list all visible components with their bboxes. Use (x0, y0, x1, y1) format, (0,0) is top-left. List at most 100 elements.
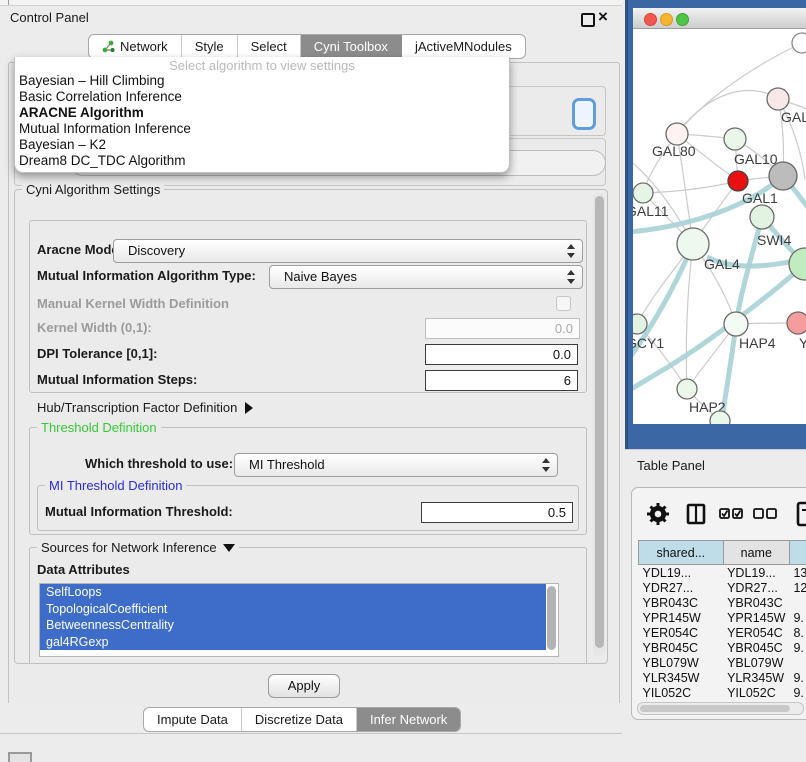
attribute-item-selfloops[interactable]: SelfLoops (40, 584, 546, 601)
table-panel: shared...name YDL19...YDL19...13YDR27...… (631, 487, 806, 720)
which-threshold-combobox[interactable]: MI Threshold (234, 453, 558, 477)
tab-style[interactable]: Style (182, 35, 238, 58)
mi-type-combobox[interactable]: Naive Bayes (269, 265, 583, 289)
table-cell: YLR345W (723, 670, 789, 685)
table-row[interactable]: YBR045CYBR045C9. (639, 640, 806, 655)
column-header-extra[interactable] (789, 541, 806, 565)
algorithm-option-dream8-dc-tdc-algorithm[interactable]: Dream8 DC_TDC Algorithm (15, 153, 509, 169)
sources-legend[interactable]: Sources for Network Inference (37, 540, 239, 555)
manual-kernel-checkbox[interactable] (556, 296, 571, 311)
table-row[interactable]: YBR043CYBR043C (639, 595, 806, 610)
tab-label: Select (251, 39, 287, 54)
tab-label: Impute Data (157, 712, 228, 727)
settings-scrollbar[interactable] (593, 193, 605, 657)
table-cell: YLR345W (639, 670, 724, 685)
table-cell: YBR045C (639, 640, 724, 655)
node-label: GAL1 (742, 190, 778, 206)
table-cell: YIL052C (639, 685, 724, 700)
table-row[interactable]: YDR27...YDR27...12 (639, 580, 806, 595)
table-row[interactable]: YIL052CYIL052C9. (639, 685, 806, 700)
dpi-tolerance-label: DPI Tolerance [0,1]: (37, 346, 157, 361)
attributes-scrollbar[interactable] (547, 586, 556, 650)
node-label: HAP4 (739, 335, 776, 351)
table-hscrollbar[interactable] (637, 702, 804, 715)
network-window-titlebar[interactable] (633, 8, 806, 29)
table-panel-title: Table Panel (637, 458, 705, 473)
unchecked-boxes-icon[interactable] (754, 509, 776, 518)
node-label: GAL11 (633, 203, 669, 219)
table-row[interactable]: YER054CYER054C8. (639, 625, 806, 640)
table-row[interactable]: YBL079WYBL079W (639, 655, 806, 670)
table-cell: 9. (789, 610, 806, 625)
attribute-item-topologicalcoefficient[interactable]: TopologicalCoefficient (40, 601, 546, 618)
mi-steps-field[interactable]: 6 (425, 370, 578, 391)
cyni-algorithm-settings-group: Aracne Mode: Discovery Mutual Informatio… (14, 189, 608, 664)
network-node-gal80[interactable] (666, 123, 688, 145)
mi-threshold-legend: MI Threshold Definition (45, 478, 186, 493)
tab-jactivemnodules[interactable]: jActiveMNodules (402, 35, 525, 58)
apply-button[interactable]: Apply (268, 674, 340, 698)
tab-impute-data[interactable]: Impute Data (144, 708, 242, 731)
table-row[interactable]: YDL19...YDL19...13 (639, 565, 806, 581)
algorithm-option-basic-correlation-inference[interactable]: Basic Correlation Inference (15, 89, 509, 105)
column-header-shared[interactable]: shared... (639, 541, 724, 565)
aracne-mode-combobox[interactable]: Discovery (113, 239, 583, 263)
algorithm-option-aracne-algorithm[interactable]: ARACNE Algorithm (15, 105, 509, 121)
float-panel-icon[interactable] (581, 13, 595, 27)
tab-cyni-toolbox[interactable]: Cyni Toolbox (301, 35, 402, 58)
node-label: GAL4 (704, 256, 740, 272)
table-cell: YBR043C (639, 595, 724, 610)
mi-steps-label: Mutual Information Steps: (37, 372, 197, 387)
bottom-left-button[interactable] (8, 752, 32, 762)
minimize-window-icon[interactable] (660, 13, 673, 26)
tab-discretize-data[interactable]: Discretize Data (242, 708, 357, 731)
algorithm-option-bayesian-hill-climbing[interactable]: Bayesian – Hill Climbing (15, 73, 509, 89)
network-node-gal[interactable] (767, 88, 789, 110)
algorithm-option-bayesian-k2[interactable]: Bayesian – K2 (15, 137, 509, 153)
tab-label: Cyni Toolbox (314, 39, 388, 54)
dpi-tolerance-field[interactable]: 0.0 (425, 344, 578, 365)
table-cell: YDR27... (639, 580, 724, 595)
algorithm-combo-stepper[interactable] (572, 98, 596, 130)
table-row[interactable]: YPR145WYPR145W9. (639, 610, 806, 625)
attribute-item-betweennesscentrality[interactable]: BetweennessCentrality (40, 617, 546, 634)
checked-boxes-icon[interactable] (720, 509, 742, 518)
attribute-item-gal4rgexp[interactable]: gal4RGexp (40, 634, 546, 651)
mi-threshold-field[interactable]: 0.5 (421, 502, 573, 523)
network-node-swi4[interactable] (750, 205, 774, 229)
zoom-window-icon[interactable] (676, 13, 689, 26)
network-node-gal1[interactable] (728, 171, 748, 191)
file-icon[interactable] (798, 503, 806, 525)
network-node[interactable] (792, 33, 806, 53)
tab-select[interactable]: Select (238, 35, 301, 58)
table-cell: 8. (789, 625, 806, 640)
tab-label: Network (120, 39, 168, 54)
settings-group-legend: Cyni Algorithm Settings (22, 182, 164, 197)
collapse-down-icon (223, 544, 235, 552)
tab-infer-network[interactable]: Infer Network (357, 708, 460, 731)
table-row[interactable]: YLR345WYLR345W9. (639, 670, 806, 685)
network-node-gal10[interactable] (724, 128, 746, 150)
hub-definition-expander[interactable]: Hub/Transcription Factor Definition (37, 400, 253, 415)
control-panel-titlebar: Control Panel × (0, 6, 622, 30)
table-cell: YBL079W (639, 655, 724, 670)
network-node[interactable] (769, 162, 797, 190)
columns-icon[interactable] (688, 505, 704, 523)
kernel-width-field[interactable]: 0.0 (425, 318, 580, 339)
network-canvas[interactable]: GALGAL80GAL10GAL1GAL11SWI4GAL4GCY1HAP4YH… (633, 29, 806, 424)
data-attributes-list: SelfLoopsTopologicalCoefficientBetweenne… (39, 583, 559, 657)
table-panel-titlebar: Table Panel (625, 449, 806, 480)
column-header-name[interactable]: name (723, 541, 789, 565)
gear-icon[interactable] (647, 503, 669, 525)
network-edge (643, 181, 738, 193)
network-node-hap4[interactable] (724, 312, 748, 336)
algorithm-option-mutual-information-inference[interactable]: Mutual Information Inference (15, 121, 509, 137)
table-cell: YPR145W (723, 610, 789, 625)
network-node-gal11[interactable] (633, 183, 653, 203)
network-node-hap2[interactable] (677, 379, 697, 399)
network-node-gcy1[interactable] (633, 314, 647, 334)
tab-network[interactable]: Network (89, 35, 182, 58)
close-panel-icon[interactable]: × (595, 6, 611, 28)
network-node-y[interactable] (787, 312, 806, 334)
close-window-icon[interactable] (644, 13, 657, 26)
